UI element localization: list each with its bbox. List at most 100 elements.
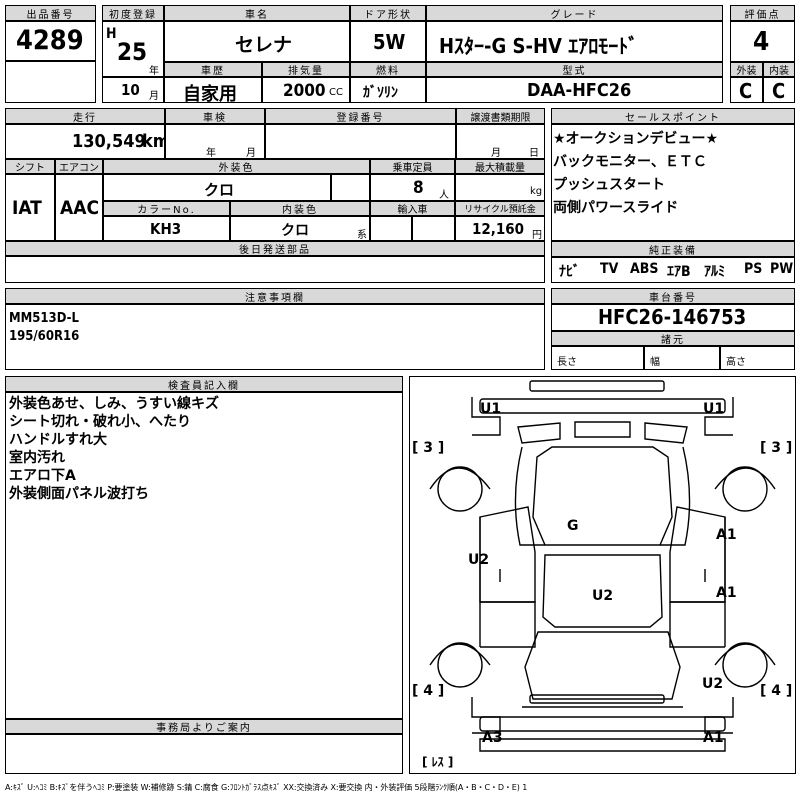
interior-label: 内装: [763, 62, 795, 77]
shift: IAT: [12, 197, 42, 219]
capacity-unit: 人: [439, 190, 449, 201]
history: 自家用: [183, 84, 237, 103]
transfer-cell: 月 日: [456, 124, 545, 159]
height-label: 高さ: [726, 357, 746, 368]
later-parts-label: 後日発送部品: [5, 241, 545, 256]
length-cell: 長さ: [551, 346, 644, 370]
sales-box: ★オークションデビュー★ バックモニター、ＥＴＣ プッシュスタート 両側パワース…: [551, 124, 795, 241]
inspector-label: 検査員記入欄: [5, 376, 403, 392]
equipment-item: ｱﾙﾐ: [704, 264, 725, 280]
mark-g: G: [567, 518, 579, 534]
equipment-item: TV: [600, 261, 619, 277]
caution-label: 注意事項欄: [5, 288, 545, 304]
ac-cell: AAC: [55, 174, 103, 241]
displacement-unit: CC: [329, 87, 343, 98]
mark-a1-bottom: A1: [703, 730, 724, 746]
mark-4-right: [ 4 ]: [760, 683, 793, 699]
inspector-line: 外装色あせ、しみ、うすい線キズ: [9, 396, 219, 412]
model-cell: DAA-HFC26: [426, 77, 723, 103]
inspection-cell: 年 月: [165, 124, 265, 159]
int-color: クロ: [281, 223, 309, 239]
equipment-item: PW: [770, 261, 794, 277]
car-name-cell: セレナ: [164, 21, 350, 62]
inspector-line: ハンドルすれ大: [9, 432, 107, 448]
office-box: [5, 734, 403, 774]
fuel-label: 燃料: [350, 62, 426, 77]
recycle: 12,160: [472, 220, 525, 238]
year-unit: 年: [149, 66, 159, 77]
lot-no-blank: [5, 61, 96, 103]
width-label: 幅: [650, 357, 660, 368]
color-label: 外装色: [103, 159, 370, 174]
mark-u2-left: U2: [468, 552, 490, 568]
color-extra-cell: [331, 174, 370, 201]
sales-line: プッシュスタート: [553, 177, 665, 193]
equipment-item: ﾅﾋﾞ: [559, 264, 580, 280]
capacity-cell: 8 人: [370, 174, 455, 201]
damage-diagram: U1 U1 [ 3 ] [ 3 ] G U2 A1 A1 U2 [ 4 ] [ …: [409, 376, 796, 774]
score-cell: 4: [730, 21, 795, 62]
equipment-item: ABS: [630, 261, 659, 277]
door-cell: 5W: [350, 21, 426, 62]
legend: A:ｷｽﾞ U:ﾍｺﾐ B:ｷｽﾞを伴うﾍｺﾐ P:要塗装 W:補修跡 S:錆 …: [5, 783, 528, 792]
score: 4: [753, 27, 770, 57]
capacity: 8: [413, 178, 424, 198]
mark-u2-right: U2: [702, 676, 724, 692]
transfer-label: 譲渡書類期限: [456, 108, 545, 124]
shift-label: シフト: [5, 159, 55, 174]
color-cell: クロ: [103, 174, 331, 201]
equipment-cell: ﾅﾋﾞ TV ABS ｴｱB ｱﾙﾐ PS PW: [551, 257, 795, 283]
model-label: 型式: [426, 62, 723, 77]
first-reg-cell: H 25 年: [102, 21, 164, 77]
inspector-line: 室内汚れ: [9, 450, 65, 466]
score-label: 評価点: [730, 5, 795, 21]
reg-month: 10: [121, 81, 140, 99]
int-color-unit: 系: [357, 230, 367, 241]
later-parts-cell: [5, 256, 545, 283]
history-cell: 自家用: [164, 77, 262, 103]
width-cell: 幅: [644, 346, 720, 370]
height-cell: 高さ: [720, 346, 795, 370]
color-no-label: カラーNo.: [103, 201, 230, 216]
length-label: 長さ: [557, 357, 577, 368]
car-name: セレナ: [235, 34, 293, 56]
mark-a3: A3: [482, 730, 503, 746]
mark-3-left: [ 3 ]: [412, 440, 445, 456]
office-label: 事務局よりご案内: [5, 719, 403, 734]
ac: AAC: [60, 197, 100, 219]
ac-label: エアコン: [55, 159, 103, 174]
displacement-cell: 2000 CC: [262, 77, 350, 103]
insp-month-unit: 月: [246, 148, 256, 159]
interior-grade-cell: C: [763, 77, 795, 103]
max-load-label: 最大積載量: [455, 159, 545, 174]
mark-u1-left: U1: [480, 401, 502, 417]
chassis-no: HFC26-146753: [598, 305, 747, 329]
reg-month-cell: 10 月: [102, 77, 164, 103]
grade-cell: Hｽﾀｰ-G S-HV ｴｱﾛﾓｰﾄﾞ: [426, 21, 723, 62]
lot-no: 4289: [16, 25, 84, 56]
displacement-label: 排気量: [262, 62, 350, 77]
grade: Hｽﾀｰ-G S-HV ｴｱﾛﾓｰﾄﾞ: [439, 34, 639, 58]
int-color-cell: クロ 系: [230, 216, 370, 241]
inspector-line: エアロ下A: [9, 468, 76, 484]
exterior-grade: C: [739, 79, 753, 103]
car-outline-drawing: [429, 380, 776, 752]
mileage-label: 走行: [5, 108, 165, 124]
inspection-label: 車検: [165, 108, 265, 124]
color: クロ: [204, 181, 235, 199]
fuel-cell: ｶﾞｿﾘﾝ: [350, 77, 426, 103]
displacement: 2000: [283, 81, 326, 101]
grade-label: グレード: [426, 5, 723, 21]
mark-4-left: [ 4 ]: [412, 683, 445, 699]
caution-line: MM513D-L: [9, 311, 79, 326]
month-unit: 月: [149, 91, 159, 102]
mark-u1-right: U1: [703, 401, 725, 417]
color-no: KH3: [150, 220, 182, 238]
insp-year-unit: 年: [206, 148, 216, 159]
mileage: 130,549: [72, 131, 146, 152]
transfer-month-unit: 月: [491, 148, 501, 159]
mark-u2-center: U2: [592, 588, 614, 604]
chassis-cell: HFC26-146753: [551, 304, 795, 331]
caution-box: MM513D-L 195/60R16: [5, 304, 545, 370]
import-cell-b: [412, 216, 455, 241]
